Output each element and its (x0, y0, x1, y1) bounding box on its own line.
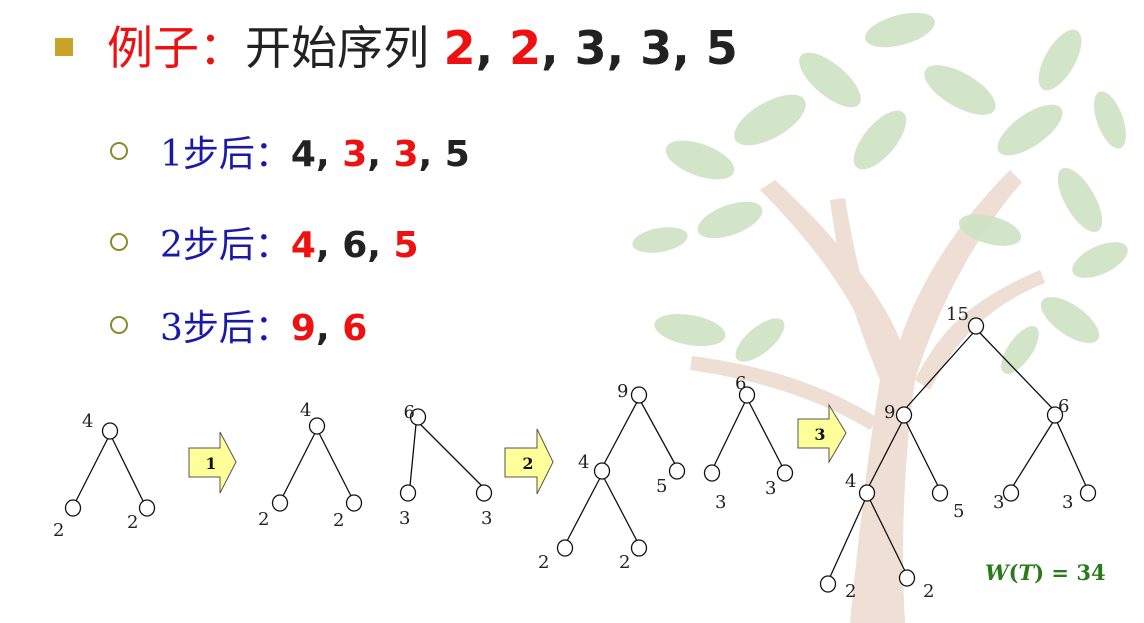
node-circle (898, 569, 916, 587)
node-label: 2 (127, 512, 138, 533)
node-circle (593, 462, 611, 480)
node-circle (668, 462, 686, 480)
node-circle (308, 417, 326, 435)
node-circle (1002, 484, 1020, 502)
node-label: 4 (300, 400, 311, 421)
node-label: 2 (538, 552, 549, 573)
node-circle (1079, 484, 1097, 502)
node-circle (895, 406, 913, 424)
weight-symbol: W (985, 560, 1009, 585)
node-circle (64, 499, 82, 517)
node-label: 3 (1062, 492, 1073, 513)
weight-paren-close: ) (1034, 560, 1045, 585)
node-circle (776, 464, 794, 482)
node-circle (967, 317, 985, 335)
node-circle (858, 484, 876, 502)
node-label: 2 (53, 520, 64, 541)
node-label: 9 (884, 402, 895, 423)
node-label: 6 (404, 402, 415, 423)
node-label: 2 (923, 581, 934, 602)
node-label: 2 (845, 581, 856, 602)
weight-tree-symbol: T (1018, 560, 1035, 585)
arrow-label: 2 (522, 454, 533, 473)
node-label: 6 (735, 373, 746, 394)
weight-paren-open: ( (1008, 560, 1019, 585)
node-label: 3 (399, 508, 410, 529)
node-label: 3 (765, 478, 776, 499)
node-circle (271, 494, 289, 512)
node-circle (345, 494, 363, 512)
node-circle (819, 575, 837, 593)
node-circle (556, 539, 574, 557)
arrow-label: 3 (814, 425, 825, 444)
node-label: 3 (993, 492, 1004, 513)
node-label: 2 (258, 509, 269, 530)
node-label: 3 (715, 492, 726, 513)
node-circle (703, 464, 721, 482)
node-circle (399, 484, 417, 502)
node-circle (630, 539, 648, 557)
node-label: 9 (617, 381, 628, 402)
node-circle (101, 422, 119, 440)
step-arrows (188, 403, 847, 495)
node-circle (138, 499, 156, 517)
node-label: 6 (1058, 396, 1069, 417)
weight-value: = 34 (1044, 560, 1106, 585)
node-label: 2 (333, 510, 344, 531)
tree-weight-label: W(T) = 34 (985, 560, 1106, 585)
node-label: 3 (481, 508, 492, 529)
node-label: 4 (845, 471, 856, 492)
node-label: 4 (82, 411, 93, 432)
node-label: 2 (619, 552, 630, 573)
node-label: 15 (946, 304, 969, 325)
node-circle (475, 484, 493, 502)
node-label: 5 (656, 476, 667, 497)
node-label: 5 (953, 501, 964, 522)
node-circle (931, 484, 949, 502)
node-label: 4 (578, 452, 589, 473)
arrow-label: 1 (205, 454, 216, 473)
node-circle (630, 386, 648, 404)
huffman-tree-diagram: 4 2 2 4 2 2 6 3 3 9 4 5 2 2 6 3 3 15 9 6… (53, 304, 1097, 602)
